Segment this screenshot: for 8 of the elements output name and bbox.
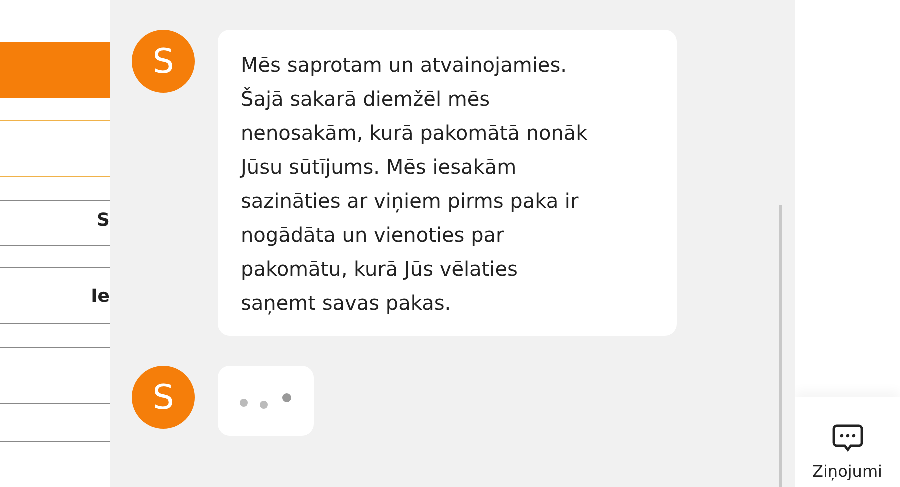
typing-dots-icon	[239, 393, 293, 409]
messages-button[interactable]: Ziņojumi	[795, 397, 900, 487]
chat-icon	[832, 424, 864, 454]
avatar: S	[132, 366, 195, 429]
avatar: S	[132, 30, 195, 93]
message-bubble: Mēs saprotam un atvainojamies. Šajā sakarā diemžēl mēs nenosakām, kurā pakomātā nonāk Jūsu sūtījums. Mēs iesakām sazināties ar viņiem pirms paka ir nogādāta un vienoties par pakomātu, kurā Jūs vēlaties saņemt savas pakas.	[218, 30, 677, 336]
cut-label: S	[96, 210, 110, 232]
cut-label: Ie	[90, 286, 110, 308]
